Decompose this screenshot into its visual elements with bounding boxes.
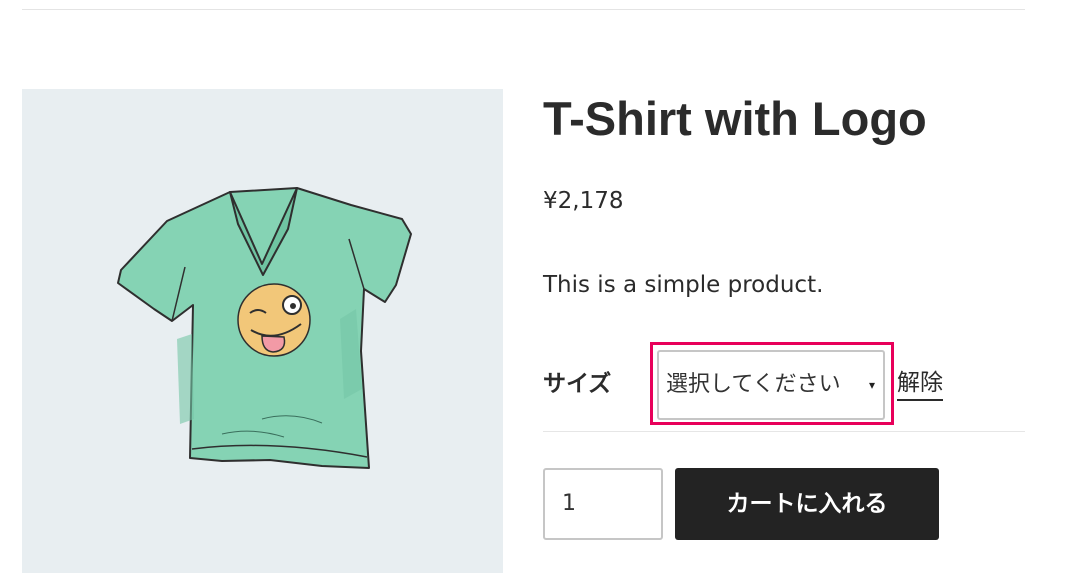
size-label: サイズ: [543, 371, 612, 397]
add-to-cart-button[interactable]: カートに入れる: [675, 468, 939, 540]
product-title: T-Shirt with Logo: [543, 92, 927, 145]
product-gallery[interactable]: [22, 89, 503, 573]
tshirt-shading: [177, 334, 194, 424]
wink-emoji-icon: [237, 283, 311, 357]
tshirt-illustration: [117, 187, 412, 469]
header-divider: [22, 9, 1025, 10]
product-short-description: This is a simple product.: [543, 272, 824, 298]
chevron-down-icon: ▾: [868, 378, 875, 392]
quantity-input[interactable]: 1: [543, 468, 663, 540]
variations-divider: [543, 431, 1025, 432]
reset-variations-link[interactable]: 解除: [897, 369, 943, 401]
size-select[interactable]: 選択してください ▾: [657, 350, 885, 420]
size-select-value: 選択してください: [666, 372, 841, 397]
product-price: ¥2,178: [543, 188, 624, 214]
